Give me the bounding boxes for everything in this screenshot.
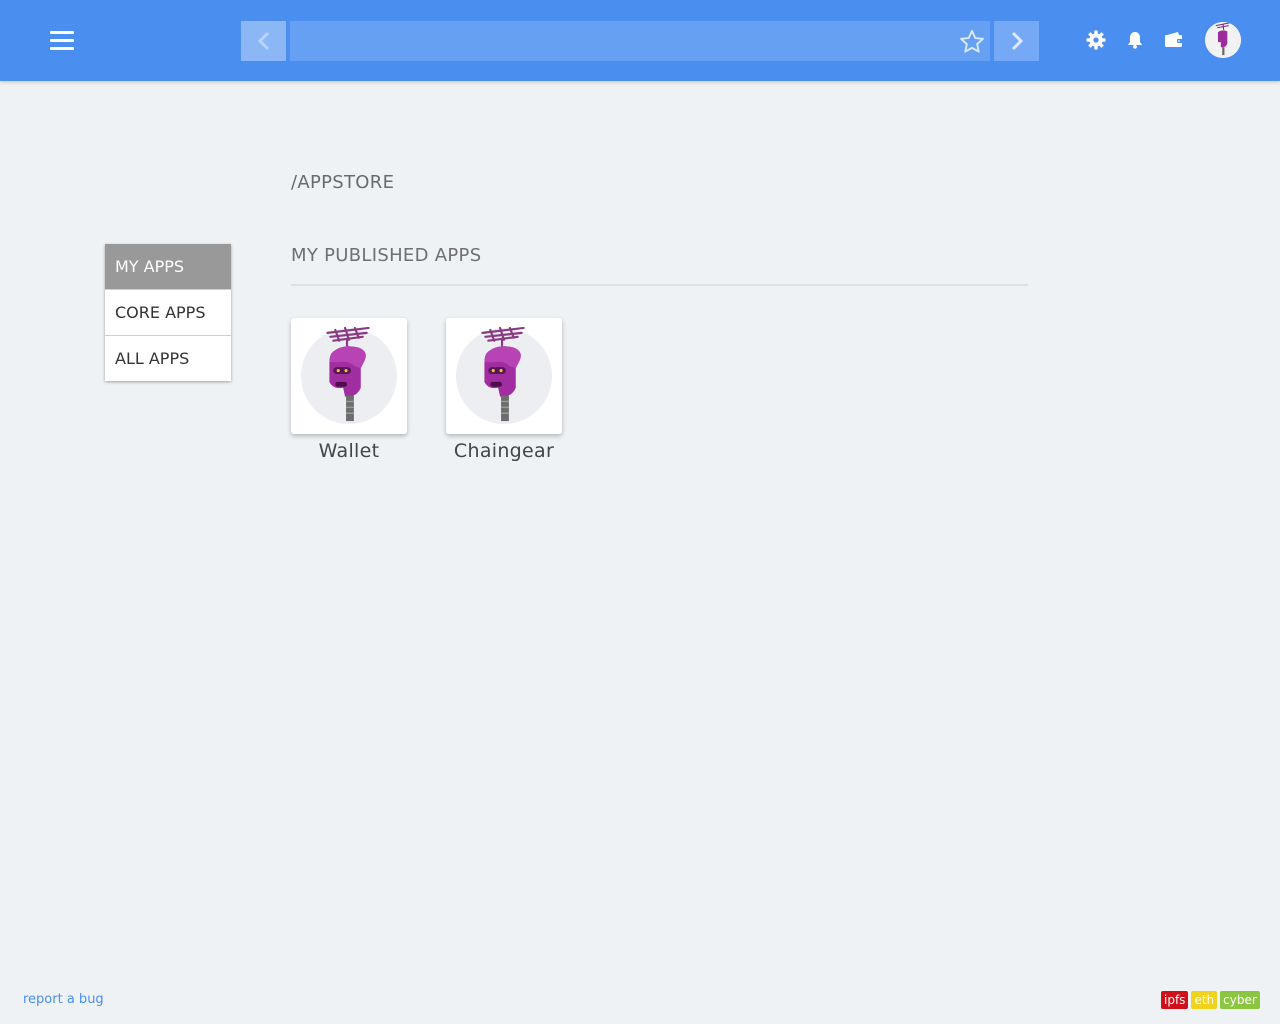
address-input[interactable] [290, 21, 990, 61]
network-badges: ipfs eth cyber [1161, 991, 1260, 1009]
divider [291, 284, 1028, 286]
app-card[interactable] [291, 318, 407, 434]
app-tile-wallet[interactable]: Wallet [291, 318, 407, 462]
chevron-right-icon [1011, 31, 1023, 51]
report-bug-link[interactable]: report a bug [23, 992, 104, 1007]
section-title: MY PUBLISHED APPS [291, 245, 482, 266]
eth-badge: eth [1191, 991, 1218, 1009]
star-icon[interactable] [958, 28, 986, 56]
sidebar-item-all-apps[interactable]: ALL APPS [105, 336, 231, 381]
bell-icon[interactable] [1124, 29, 1146, 51]
app-tile-chaingear[interactable]: Chaingear [446, 318, 562, 462]
top-bar [0, 0, 1280, 81]
gear-icon[interactable] [1085, 29, 1107, 51]
robot-icon [300, 327, 398, 425]
app-card[interactable] [446, 318, 562, 434]
page-title: /APPSTORE [291, 172, 395, 193]
app-name[interactable]: Wallet [291, 440, 407, 462]
robot-icon [455, 327, 553, 425]
ipfs-badge: ipfs [1161, 991, 1189, 1009]
sidebar-item-core-apps[interactable]: CORE APPS [105, 290, 231, 336]
cyber-badge: cyber [1220, 991, 1260, 1009]
wallet-icon[interactable] [1163, 29, 1185, 51]
app-name[interactable]: Chaingear [446, 440, 562, 462]
forward-button[interactable] [994, 21, 1039, 61]
sidebar-item-my-apps[interactable]: MY APPS [105, 244, 231, 290]
chevron-left-icon [257, 31, 269, 51]
sidebar: MY APPS CORE APPS ALL APPS [105, 244, 231, 381]
menu-icon[interactable] [50, 30, 76, 52]
back-button[interactable] [241, 21, 286, 61]
avatar[interactable] [1205, 22, 1241, 58]
